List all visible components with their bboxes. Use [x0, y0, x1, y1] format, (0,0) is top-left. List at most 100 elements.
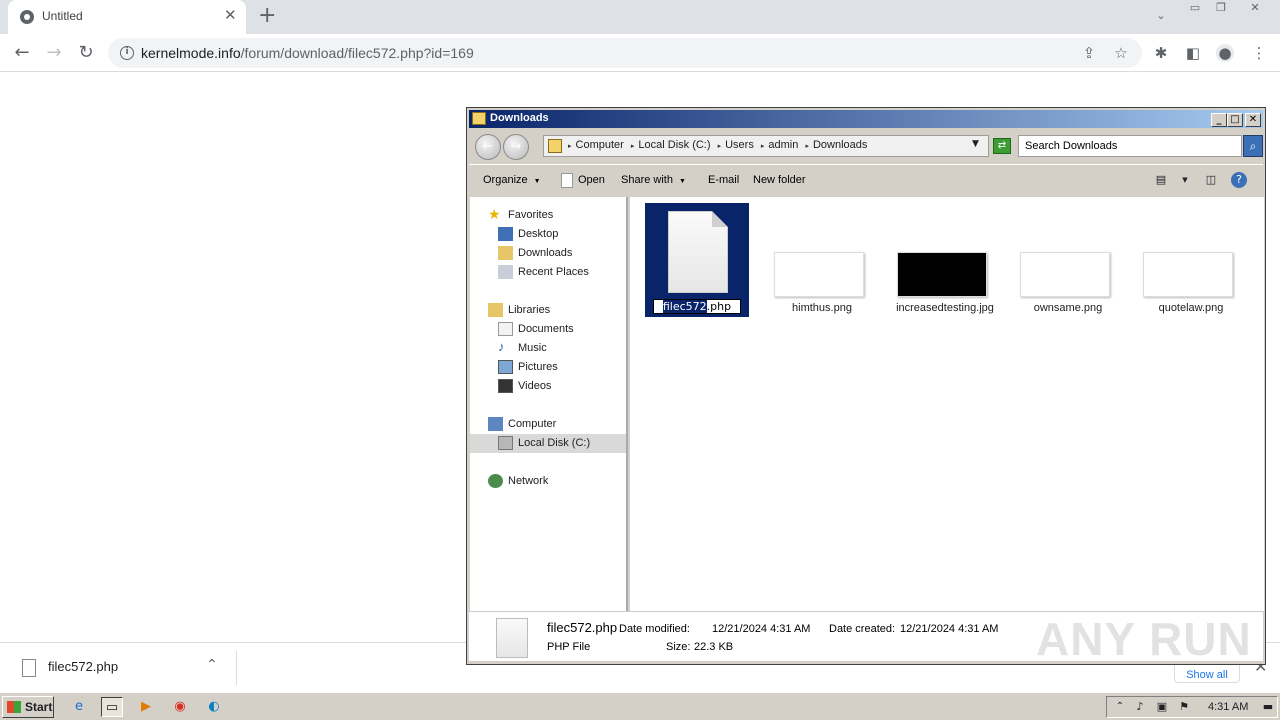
- share-with-button[interactable]: Share with ▼: [621, 174, 686, 186]
- breadcrumb[interactable]: ▸ Computer ▸ Local Disk (C:) ▸ Users ▸ admin…: [543, 135, 989, 157]
- view-options-icon[interactable]: ▤: [1153, 172, 1169, 188]
- minimize-button[interactable]: ▭: [1184, 0, 1206, 16]
- forward-button[interactable]: →: [503, 134, 529, 160]
- nav-network[interactable]: Network: [470, 472, 626, 491]
- chrome-icon[interactable]: ◉: [169, 697, 191, 717]
- nav-music[interactable]: ♪ Music: [470, 339, 626, 358]
- crumb-computer[interactable]: Computer: [576, 139, 624, 151]
- file-name: ownsame.png: [1033, 302, 1103, 314]
- help-icon[interactable]: ?: [1231, 172, 1247, 188]
- site-info-icon[interactable]: i: [120, 46, 134, 60]
- preview-pane-icon[interactable]: ◫: [1203, 172, 1219, 188]
- search-input[interactable]: Search Downloads: [1018, 135, 1242, 157]
- watermark-logo: ANY RUN: [1036, 613, 1252, 665]
- close-tab-icon[interactable]: ✕: [224, 6, 237, 24]
- nav-local-disk[interactable]: Local Disk (C:): [470, 434, 626, 453]
- command-bar: Organize ▼ Open Share with ▼ E-mail New fo…: [469, 164, 1263, 196]
- folder-icon: [472, 112, 486, 125]
- maximize-button[interactable]: □: [1227, 113, 1243, 127]
- file-icon: [22, 659, 36, 677]
- libraries-icon: [488, 303, 503, 317]
- tab-search-icon[interactable]: ⌄: [1150, 8, 1172, 24]
- address-bar[interactable]: i kernelmode.info/forum/download/filec57…: [108, 38, 1142, 68]
- menu-icon[interactable]: ⋮: [1250, 44, 1268, 62]
- window-titlebar[interactable]: Downloads _ □ ✕: [469, 110, 1263, 128]
- nav-favorites[interactable]: ★ Favorites: [470, 206, 626, 225]
- back-button[interactable]: ←: [475, 134, 501, 160]
- close-button[interactable]: ✕: [1245, 113, 1261, 127]
- side-panel-icon[interactable]: ◧: [1184, 44, 1202, 62]
- back-button[interactable]: ←: [10, 41, 34, 65]
- file-item-selected[interactable]: filec572.php: [645, 203, 749, 317]
- nav-pictures[interactable]: Pictures: [470, 358, 626, 377]
- nav-computer[interactable]: Computer: [470, 415, 626, 434]
- action-center-flag-icon[interactable]: ⚑: [1173, 697, 1195, 717]
- edge-icon[interactable]: ◐: [203, 697, 225, 717]
- chevron-down-icon[interactable]: ▼: [972, 139, 979, 149]
- nav-videos[interactable]: Videos: [470, 377, 626, 396]
- extensions-icon[interactable]: ✱: [1152, 44, 1170, 62]
- star-icon: ★: [488, 206, 501, 222]
- new-tab-button[interactable]: +: [258, 3, 276, 28]
- nav-desktop[interactable]: Desktop: [470, 225, 626, 244]
- details-type: PHP File: [547, 641, 591, 653]
- file-list: filec572.php himthus.png increasedtestin…: [630, 197, 1264, 611]
- nav-documents[interactable]: Documents: [470, 320, 626, 339]
- minimize-button[interactable]: _: [1211, 113, 1227, 127]
- window-title: Downloads: [490, 112, 549, 124]
- music-icon: ♪: [498, 339, 505, 354]
- clock[interactable]: 4:31 AM: [1208, 701, 1248, 713]
- desktop-icon: [498, 227, 513, 241]
- rename-input[interactable]: filec572.php: [653, 299, 741, 314]
- open-button[interactable]: Open: [578, 174, 605, 186]
- url-text: kernelmode.info/forum/download/filec572.…: [141, 45, 474, 61]
- tab-untitled[interactable]: Untitled ✕: [8, 0, 246, 34]
- image-thumbnail: [1020, 252, 1110, 297]
- computer-icon: [488, 417, 503, 431]
- details-filename: filec572.php: [547, 620, 618, 635]
- explorer-taskbar-icon[interactable]: ▭: [101, 697, 123, 717]
- close-window-button[interactable]: ✕: [1244, 0, 1266, 16]
- share-icon[interactable]: ⇪: [1080, 44, 1098, 62]
- image-thumbnail: [897, 252, 987, 297]
- restore-button[interactable]: ❐: [1210, 0, 1232, 16]
- system-tray: ⌃ ♪ ▣ ⚑ ▬: [1106, 696, 1278, 718]
- refresh-icon[interactable]: ⇄: [993, 138, 1011, 154]
- organize-button[interactable]: Organize ▼: [483, 174, 541, 186]
- crumb-users[interactable]: Users: [725, 139, 754, 151]
- ie-icon[interactable]: e: [68, 697, 90, 717]
- chevron-down-icon[interactable]: ▼: [1177, 172, 1193, 188]
- crumb-local-disk[interactable]: Local Disk (C:): [638, 139, 710, 151]
- downloads-folder-icon: [498, 246, 513, 260]
- tab-title: Untitled: [42, 9, 83, 23]
- explorer-window: Downloads _ □ ✕ ← → ▸ Computer ▸ Local Dis…: [466, 107, 1266, 665]
- email-button[interactable]: E-mail: [708, 174, 739, 186]
- nav-recent-places[interactable]: Recent Places: [470, 263, 626, 282]
- chevron-up-icon[interactable]: ⌃: [206, 657, 218, 673]
- download-filename[interactable]: filec572.php: [48, 659, 118, 674]
- volume-icon[interactable]: ♪: [1129, 697, 1151, 717]
- videos-icon: [498, 379, 513, 393]
- nav-libraries[interactable]: Libraries: [470, 301, 626, 320]
- crumb-downloads[interactable]: Downloads: [813, 139, 867, 151]
- forward-button[interactable]: →: [42, 41, 66, 65]
- navigation-pane: ★ Favorites Desktop Downloads Recent Plac…: [470, 197, 628, 611]
- crumb-admin[interactable]: admin: [768, 139, 798, 151]
- reload-button[interactable]: ↻: [74, 41, 98, 65]
- disk-icon: [498, 436, 513, 450]
- network-tray-icon[interactable]: ▣: [1151, 697, 1173, 717]
- modified-label: Date modified:: [619, 623, 690, 635]
- folder-icon: [548, 139, 562, 153]
- new-folder-button[interactable]: New folder: [753, 174, 806, 186]
- recent-places-icon: [498, 265, 513, 279]
- documents-icon: [498, 322, 513, 336]
- show-desktop-icon[interactable]: ▬: [1257, 697, 1279, 717]
- nav-downloads[interactable]: Downloads: [470, 244, 626, 263]
- media-player-icon[interactable]: ▶: [135, 697, 157, 717]
- start-button[interactable]: Start: [2, 696, 54, 718]
- created-label: Date created:: [829, 623, 896, 635]
- search-icon[interactable]: ⌕: [1243, 135, 1263, 157]
- bookmark-star-icon[interactable]: ☆: [1112, 44, 1130, 62]
- profile-icon[interactable]: ●: [1216, 44, 1234, 62]
- show-hidden-icons[interactable]: ⌃: [1109, 697, 1131, 717]
